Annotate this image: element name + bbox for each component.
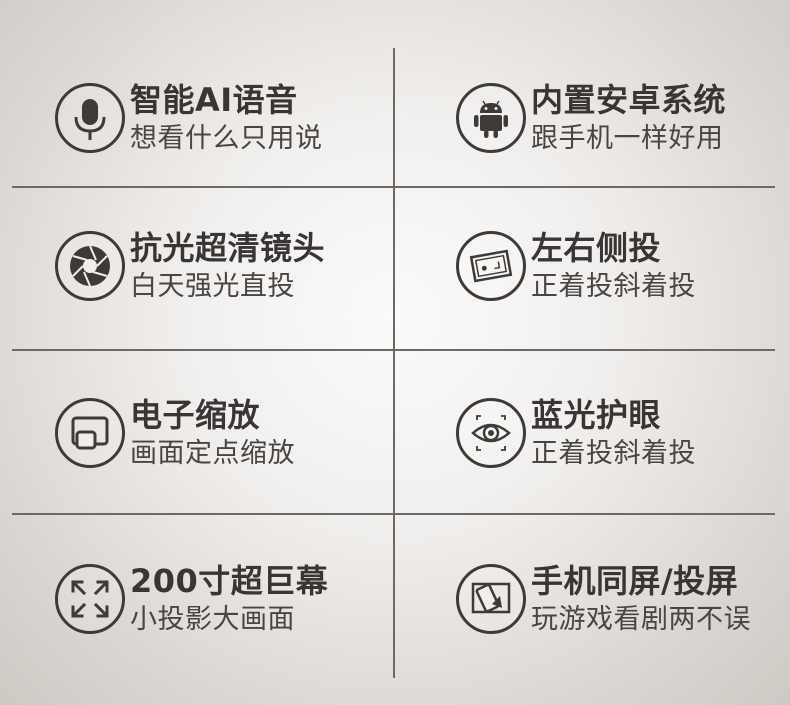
android-icon: [456, 83, 526, 153]
feature-title: 手机同屏/投屏: [531, 562, 739, 600]
feature-lens: 抗光超清镜头 白天强光直投: [55, 220, 415, 320]
feature-title: 内置安卓系统: [531, 81, 727, 119]
feature-subtitle: 小投影大画面: [130, 604, 295, 635]
side-projection-icon: [456, 231, 526, 301]
zoom-screen-icon: [55, 398, 125, 468]
feature-subtitle: 白天强光直投: [130, 271, 295, 302]
feature-subtitle: 玩游戏看剧两不误: [531, 604, 751, 635]
feature-title: 电子缩放: [130, 396, 261, 434]
feature-title: 左右侧投: [531, 229, 662, 267]
feature-title: 蓝光护眼: [531, 396, 662, 434]
feature-title: 200寸超巨幕: [130, 562, 329, 600]
eye-care-icon: [456, 398, 526, 468]
horizontal-divider: [12, 513, 775, 515]
horizontal-divider: [12, 349, 775, 351]
horizontal-divider: [12, 186, 775, 188]
feature-title: 智能AI语音: [130, 81, 298, 119]
feature-ai-voice: 智能AI语音 想看什么只用说: [55, 72, 415, 172]
feature-subtitle: 正着投斜着投: [531, 271, 696, 302]
feature-subtitle: 画面定点缩放: [130, 438, 295, 469]
feature-title: 抗光超清镜头: [130, 229, 326, 267]
feature-big-screen: 200寸超巨幕 小投影大画面: [55, 553, 415, 653]
lens-aperture-icon: [55, 231, 125, 301]
feature-side-projection: 左右侧投 正着投斜着投: [456, 220, 790, 320]
expand-arrows-icon: [55, 564, 125, 634]
feature-subtitle: 想看什么只用说: [130, 123, 323, 154]
microphone-icon: [55, 83, 125, 153]
feature-android: 内置安卓系统 跟手机一样好用: [456, 72, 790, 172]
feature-zoom: 电子缩放 画面定点缩放: [55, 387, 415, 487]
feature-screen-mirror: 手机同屏/投屏 玩游戏看剧两不误: [456, 553, 790, 653]
phone-mirror-icon: [456, 564, 526, 634]
feature-subtitle: 正着投斜着投: [531, 438, 696, 469]
feature-eye-care: 蓝光护眼 正着投斜着投: [456, 387, 790, 487]
feature-subtitle: 跟手机一样好用: [531, 123, 724, 154]
